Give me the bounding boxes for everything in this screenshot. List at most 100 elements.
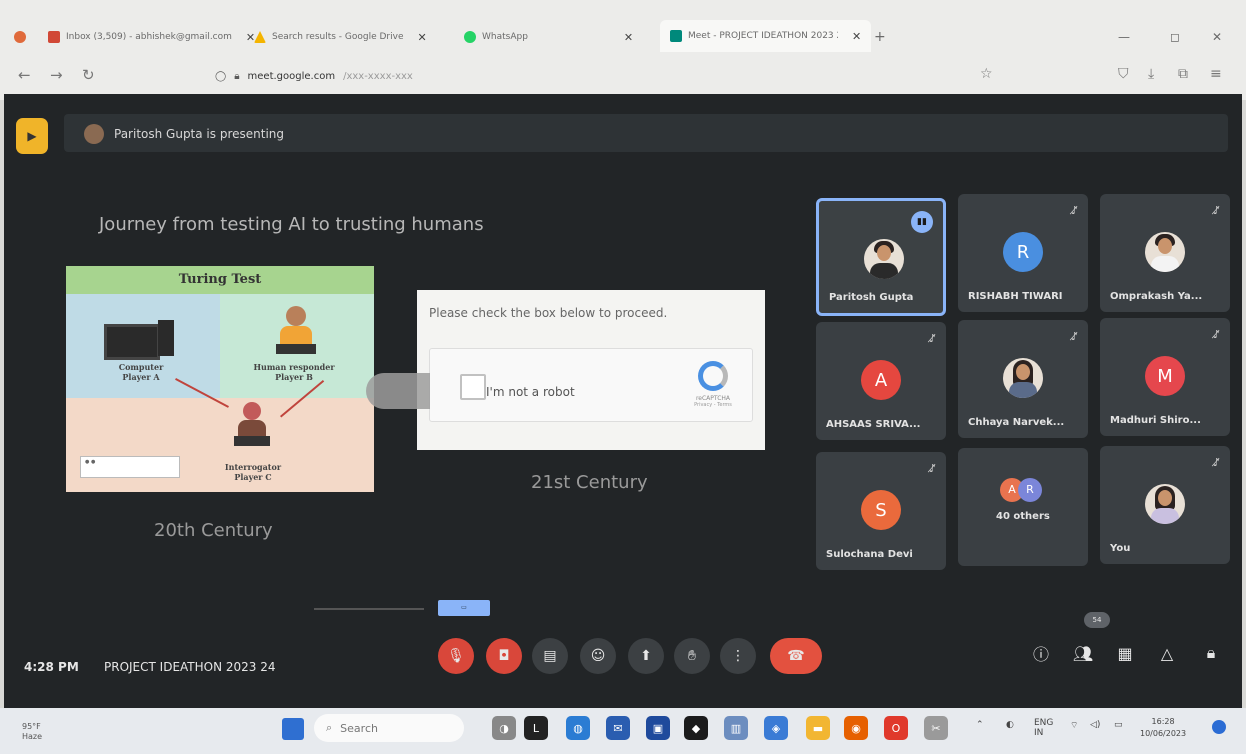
app-l-icon[interactable]: L [524, 716, 548, 740]
tray-overflow-icon[interactable]: ⌃ [976, 720, 984, 730]
leave-call-button[interactable]: ☎︎ [770, 638, 822, 674]
mic-off-icon: ♪̸ [1070, 330, 1078, 343]
dropbox-icon[interactable]: ◆ [684, 716, 708, 740]
extensions-icon[interactable]: ⧉ [1178, 66, 1188, 82]
raise-hand-button[interactable]: ✋︎ [674, 638, 710, 674]
url-field[interactable]: ◯ 🔒︎ meet.google.com/xxx-xxxx-xxx [215, 66, 975, 86]
clock-time: 16:28 [1151, 717, 1175, 726]
mail-icon[interactable]: ✉ [606, 716, 630, 740]
slide-toolbar-line [314, 608, 424, 610]
camera-toggle-button[interactable]: ◘ [486, 638, 522, 674]
participant-tile[interactable]: ♪̸ M Madhuri Shiro... [1100, 318, 1230, 436]
participant-tile-self[interactable]: ♪̸ You [1100, 446, 1230, 564]
participant-tile[interactable]: ♪̸ Omprakash Ya... [1100, 194, 1230, 312]
file-explorer-icon[interactable]: ▬ [806, 716, 830, 740]
robot-checkbox[interactable] [460, 374, 486, 400]
tab-drive[interactable]: Search results - Google Drive ✕ [254, 24, 427, 50]
taskbar-search[interactable]: ⌕ Search [314, 714, 464, 742]
interrogator-icon [234, 402, 270, 450]
taskview-icon[interactable]: ◑ [492, 716, 516, 740]
weather-widget[interactable]: 95°F Haze [22, 722, 42, 742]
snipping-icon[interactable]: ✂ [924, 716, 948, 740]
battery-icon[interactable]: ▭ [1114, 720, 1123, 730]
tab-label: Search results - Google Drive [272, 32, 404, 42]
minimize-icon[interactable]: — [1118, 24, 1130, 50]
others-count: 40 others [996, 511, 1050, 522]
weather-temp: 95°F [22, 722, 41, 731]
tray-app-icon[interactable]: ◐ [1006, 720, 1014, 730]
more-vert-icon: ⋮ [731, 648, 745, 664]
tab-label: Meet - PROJECT IDEATHON 2023 24 (Audio) [688, 31, 838, 41]
tab-label: WhatsApp [482, 32, 528, 42]
host-controls-button[interactable]: 🔒︎ [1196, 638, 1226, 668]
close-icon[interactable]: ✕ [418, 31, 427, 44]
chart-app-icon[interactable]: ▥ [724, 716, 748, 740]
captions-button[interactable]: ▤ [532, 638, 568, 674]
windows-start-icon[interactable] [282, 718, 304, 740]
participant-photo [1145, 484, 1185, 524]
download-icon[interactable]: ⤓ [1148, 66, 1154, 82]
meet-window: ▶ Paritosh Gupta is presenting Journey f… [4, 94, 1242, 708]
tab-whatsapp[interactable]: WhatsApp ✕ [464, 24, 633, 50]
present-button[interactable]: ⬆ [628, 638, 664, 674]
volume-icon[interactable]: ◁) [1090, 720, 1100, 730]
tab-meet[interactable]: Meet - PROJECT IDEATHON 2023 24 (Audio) … [660, 20, 872, 52]
firefox-icon[interactable]: ◉ [844, 716, 868, 740]
meeting-details-button[interactable]: ⓘ [1026, 638, 1056, 668]
close-icon[interactable]: ✕ [624, 31, 633, 44]
edge-icon[interactable]: ◈ [764, 716, 788, 740]
participant-avatar: A [861, 360, 901, 400]
network-icon[interactable]: ⌔ [1070, 720, 1078, 731]
activities-button[interactable]: △ [1152, 638, 1182, 668]
participant-tile-others[interactable]: A R 40 others [958, 448, 1088, 566]
chat-app-icon[interactable]: ◍ [566, 716, 590, 740]
participant-name: Omprakash Ya... [1110, 291, 1203, 302]
reactions-button[interactable]: ☺ [580, 638, 616, 674]
mic-off-icon: ♪̸ [1070, 204, 1078, 217]
mic-off-icon: ♪̸ [928, 462, 936, 475]
menu-icon[interactable]: ≡ [1210, 66, 1222, 82]
close-icon[interactable]: ✕ [852, 30, 861, 43]
people-count-badge: 54 [1084, 612, 1110, 628]
participant-tile[interactable]: ♪̸ A AHSAAS SRIVA... [816, 322, 946, 440]
tab-gmail[interactable]: Inbox (3,509) - abhishek@gmail.com ✕ [48, 24, 255, 50]
forward-icon[interactable]: → [50, 66, 63, 84]
app-logo: ▶ [16, 118, 48, 154]
search-label: Search [340, 721, 378, 735]
slide-title: Journey from testing AI to trusting huma… [99, 214, 484, 235]
participant-tile[interactable]: ▮▮ Paritosh Gupta [816, 198, 946, 316]
participant-tile[interactable]: ♪̸ R RISHABH TIWARI [958, 194, 1088, 312]
shield-icon: ◯ [215, 70, 227, 82]
people-icon: 👥︎ [1072, 643, 1094, 663]
reload-icon[interactable]: ↻ [82, 66, 95, 84]
pocket-icon[interactable]: ⛉ [1118, 66, 1129, 82]
people-button[interactable]: 👥︎ [1068, 638, 1098, 668]
slide-toolbar-button[interactable]: ▭ [438, 600, 490, 616]
recaptcha-logo: reCAPTCHA Privacy - Terms [688, 361, 738, 409]
participant-name: RISHABH TIWARI [968, 291, 1063, 302]
notification-icon[interactable] [1212, 720, 1226, 734]
opera-icon[interactable]: O [884, 716, 908, 740]
window-close-icon[interactable]: ✕ [1212, 24, 1222, 50]
recaptcha-links: Privacy - Terms [694, 402, 732, 408]
participant-name: Chhaya Narvek... [968, 417, 1065, 428]
browser-menu-icon[interactable] [14, 24, 26, 50]
taskbar-clock[interactable]: 16:28 10/06/2023 [1140, 716, 1186, 740]
new-tab-icon[interactable]: + [874, 24, 886, 50]
store-icon[interactable]: ▣ [646, 716, 670, 740]
participant-tile[interactable]: ♪̸ Chhaya Narvek... [958, 320, 1088, 438]
clock-date: 10/06/2023 [1140, 729, 1187, 738]
mic-toggle-button[interactable]: 🎙︎ [438, 638, 474, 674]
maximize-icon[interactable]: ◻ [1170, 24, 1180, 50]
language-indicator[interactable]: ENG IN [1034, 718, 1053, 738]
chat-button[interactable]: ▦ [1110, 638, 1140, 668]
chat-icon: ▦ [1117, 643, 1133, 663]
participant-avatar: R [1003, 232, 1043, 272]
bookmark-star-icon[interactable]: ☆ [980, 66, 993, 82]
tab-bar: Inbox (3,509) - abhishek@gmail.com ✕ Sea… [0, 14, 1246, 54]
back-icon[interactable]: ← [18, 66, 31, 84]
more-options-button[interactable]: ⋮ [720, 638, 756, 674]
participant-avatar: M [1145, 356, 1185, 396]
participant-tile[interactable]: ♪̸ S Sulochana Devi [816, 452, 946, 570]
meeting-name: PROJECT IDEATHON 2023 24 [104, 660, 276, 674]
